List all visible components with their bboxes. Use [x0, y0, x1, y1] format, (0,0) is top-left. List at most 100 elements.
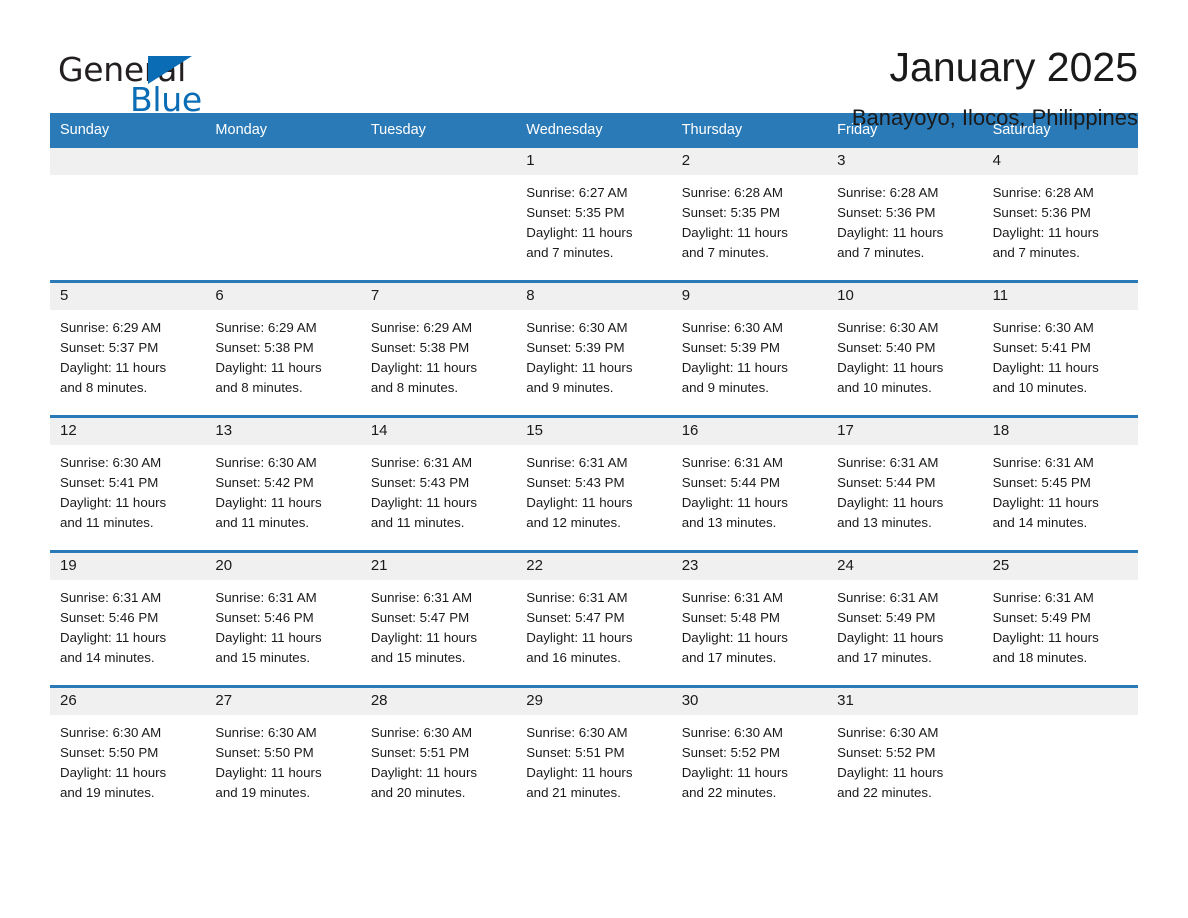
sunset-text: Sunset: 5:50 PM — [215, 745, 314, 761]
daylight-line1: Daylight: 11 hours — [837, 360, 944, 376]
sunrise-text: Sunrise: 6:31 AM — [992, 590, 1094, 606]
daylight-line1: Daylight: 11 hours — [215, 765, 322, 781]
day-cell[interactable]: 23 Sunrise: 6:31 AM Sunset: 5:48 PM Dayligh… — [671, 553, 828, 686]
day-details: Sunrise: 6:28 AM Sunset: 5:35 PM Daylight:… — [672, 175, 827, 263]
week-row: 26 Sunrise: 6:30 AM Sunset: 5:50 PM Dayligh… — [50, 685, 1138, 821]
sunset-text: Sunset: 5:38 PM — [370, 340, 470, 356]
generalblue-logo[interactable]: General Blue — [50, 44, 260, 119]
day-cell[interactable]: 9 Sunrise: 6:30 AM Sunset: 5:39 PM Daylight… — [671, 283, 828, 416]
day-cell[interactable]: 10 Sunrise: 6:30 AM Sunset: 5:40 PM Dayligh… — [827, 283, 983, 416]
day-cell[interactable]: 20 Sunrise: 6:31 AM Sunset: 5:46 PM Dayligh… — [205, 553, 361, 686]
day-details: Sunrise: 6:29 AM Sunset: 5:38 PM Daylight:… — [361, 310, 516, 398]
daylight-line1: Daylight: 11 hours — [992, 495, 1099, 511]
sunrise-text: Sunrise: 6:31 AM — [526, 455, 628, 471]
day-cell[interactable]: 29 Sunrise: 6:30 AM Sunset: 5:51 PM Dayligh… — [516, 688, 672, 821]
daylight-line2: and 7 minutes. — [681, 245, 769, 261]
day-number: 1 — [516, 148, 672, 176]
day-details: Sunrise: 6:29 AM Sunset: 5:37 PM Daylight:… — [50, 310, 205, 398]
daylight-line2: and 7 minutes. — [837, 245, 925, 261]
daylight-line2: and 8 minutes. — [370, 380, 459, 396]
day-cell[interactable]: 14 Sunrise: 6:31 AM Sunset: 5:43 PM Dayligh… — [360, 418, 517, 551]
day-cell[interactable]: 17 Sunrise: 6:31 AM Sunset: 5:44 PM Dayligh… — [827, 418, 983, 551]
sunrise-text: Sunrise: 6:30 AM — [837, 725, 939, 741]
day-cell[interactable]: 22 Sunrise: 6:31 AM Sunset: 5:47 PM Dayligh… — [516, 553, 672, 686]
sunrise-text: Sunrise: 6:30 AM — [992, 320, 1094, 336]
day-number: 21 — [360, 553, 517, 581]
day-cell[interactable]: 19 Sunrise: 6:31 AM Sunset: 5:46 PM Dayligh… — [50, 553, 206, 686]
daylight-line2: and 19 minutes. — [60, 785, 155, 801]
day-cell[interactable]: 30 Sunrise: 6:30 AM Sunset: 5:52 PM Dayligh… — [671, 688, 828, 821]
day-details: Sunrise: 6:31 AM Sunset: 5:47 PM Daylight:… — [361, 580, 516, 668]
daylight-line2: and 19 minutes. — [215, 785, 311, 801]
day-details: Sunrise: 6:30 AM Sunset: 5:52 PM Daylight:… — [672, 715, 827, 803]
day-cell[interactable]: 5 Sunrise: 6:29 AM Sunset: 5:37 PM Daylight… — [50, 283, 206, 416]
day-cell[interactable]: 27 Sunrise: 6:30 AM Sunset: 5:50 PM Dayligh… — [205, 688, 361, 821]
daylight-line1: Daylight: 11 hours — [526, 225, 633, 241]
daylight-line1: Daylight: 11 hours — [992, 630, 1099, 646]
day-cell[interactable]: 18 Sunrise: 6:31 AM Sunset: 5:45 PM Dayligh… — [982, 418, 1138, 551]
day-cell[interactable]: 13 Sunrise: 6:30 AM Sunset: 5:42 PM Dayligh… — [205, 418, 361, 551]
day-number: 17 — [827, 418, 983, 446]
sunset-text: Sunset: 5:39 PM — [526, 340, 625, 356]
day-cell-empty — [982, 688, 1138, 821]
daylight-line1: Daylight: 11 hours — [215, 495, 322, 511]
sunset-text: Sunset: 5:39 PM — [681, 340, 781, 356]
sunrise-text: Sunrise: 6:31 AM — [837, 590, 939, 606]
daylight-line1: Daylight: 11 hours — [526, 495, 633, 511]
day-details: Sunrise: 6:29 AM Sunset: 5:38 PM Daylight:… — [205, 310, 360, 398]
day-cell[interactable]: 1 Sunrise: 6:27 AM Sunset: 5:35 PM Daylight… — [516, 148, 672, 281]
day-cell[interactable]: 7 Sunrise: 6:29 AM Sunset: 5:38 PM Daylight… — [360, 283, 517, 416]
day-cell[interactable]: 21 Sunrise: 6:31 AM Sunset: 5:47 PM Dayligh… — [360, 553, 517, 686]
calendar-page: General Blue January 2025 Banayoyo, Iloc… — [0, 0, 1188, 918]
day-number: 4 — [982, 148, 1138, 176]
daylight-line2: and 21 minutes. — [526, 785, 621, 801]
daylight-line1: Daylight: 11 hours — [837, 495, 944, 511]
day-cell[interactable]: 4 Sunrise: 6:28 AM Sunset: 5:36 PM Daylight… — [982, 148, 1138, 281]
day-number: 15 — [516, 418, 672, 446]
day-cell[interactable]: 2 Sunrise: 6:28 AM Sunset: 5:35 PM Daylight… — [671, 148, 828, 281]
daylight-line1: Daylight: 11 hours — [837, 765, 944, 781]
day-number: 6 — [205, 283, 361, 311]
day-number: 24 — [827, 553, 983, 581]
day-number: 22 — [516, 553, 672, 581]
sunset-text: Sunset: 5:36 PM — [837, 205, 936, 221]
day-number — [205, 148, 361, 176]
daylight-line2: and 22 minutes. — [837, 785, 932, 801]
daylight-line1: Daylight: 11 hours — [60, 495, 167, 511]
day-number — [50, 148, 206, 176]
day-cell[interactable]: 8 Sunrise: 6:30 AM Sunset: 5:39 PM Daylight… — [516, 283, 672, 416]
daylight-line1: Daylight: 11 hours — [681, 630, 788, 646]
day-cell[interactable]: 24 Sunrise: 6:31 AM Sunset: 5:49 PM Dayligh… — [827, 553, 983, 686]
logo-text-blue: Blue — [130, 80, 202, 119]
daylight-line2: and 11 minutes. — [60, 515, 154, 531]
weekday-monday: Monday — [215, 122, 268, 138]
daylight-line1: Daylight: 11 hours — [215, 360, 322, 376]
sunset-text: Sunset: 5:36 PM — [992, 205, 1091, 221]
sunrise-text: Sunrise: 6:30 AM — [370, 725, 473, 741]
weekday-header-row: Sunday Monday Tuesday Wednesday Thursday… — [50, 113, 1138, 149]
day-cell[interactable]: 31 Sunrise: 6:30 AM Sunset: 5:52 PM Dayligh… — [827, 688, 983, 821]
day-cell[interactable]: 11 Sunrise: 6:30 AM Sunset: 5:41 PM Dayligh… — [982, 283, 1138, 416]
daylight-line1: Daylight: 11 hours — [992, 225, 1099, 241]
day-cell[interactable]: 25 Sunrise: 6:31 AM Sunset: 5:49 PM Dayligh… — [982, 553, 1138, 686]
daylight-line1: Daylight: 11 hours — [526, 765, 633, 781]
daylight-line1: Daylight: 11 hours — [837, 630, 944, 646]
sunrise-text: Sunrise: 6:30 AM — [215, 455, 317, 471]
daylight-line1: Daylight: 11 hours — [681, 225, 788, 241]
day-cell[interactable]: 15 Sunrise: 6:31 AM Sunset: 5:43 PM Dayligh… — [516, 418, 672, 551]
day-cell[interactable]: 16 Sunrise: 6:31 AM Sunset: 5:44 PM Dayligh… — [671, 418, 828, 551]
sunrise-text: Sunrise: 6:31 AM — [215, 590, 317, 606]
day-cell[interactable]: 12 Sunrise: 6:30 AM Sunset: 5:41 PM Dayligh… — [50, 418, 206, 551]
day-cell[interactable]: 26 Sunrise: 6:30 AM Sunset: 5:50 PM Dayligh… — [50, 688, 206, 821]
sunset-text: Sunset: 5:35 PM — [681, 205, 781, 221]
day-cell[interactable]: 28 Sunrise: 6:30 AM Sunset: 5:51 PM Dayligh… — [360, 688, 517, 821]
day-number: 11 — [982, 283, 1138, 311]
sunset-text: Sunset: 5:38 PM — [215, 340, 314, 356]
day-details: Sunrise: 6:31 AM Sunset: 5:48 PM Daylight:… — [672, 580, 827, 668]
day-cell[interactable]: 3 Sunrise: 6:28 AM Sunset: 5:36 PM Daylight… — [827, 148, 983, 281]
daylight-line2: and 14 minutes. — [992, 515, 1088, 531]
day-details: Sunrise: 6:30 AM Sunset: 5:51 PM Daylight:… — [516, 715, 671, 803]
daylight-line1: Daylight: 11 hours — [370, 360, 478, 376]
daylight-line1: Daylight: 11 hours — [837, 225, 944, 241]
day-cell[interactable]: 6 Sunrise: 6:29 AM Sunset: 5:38 PM Daylight… — [205, 283, 361, 416]
